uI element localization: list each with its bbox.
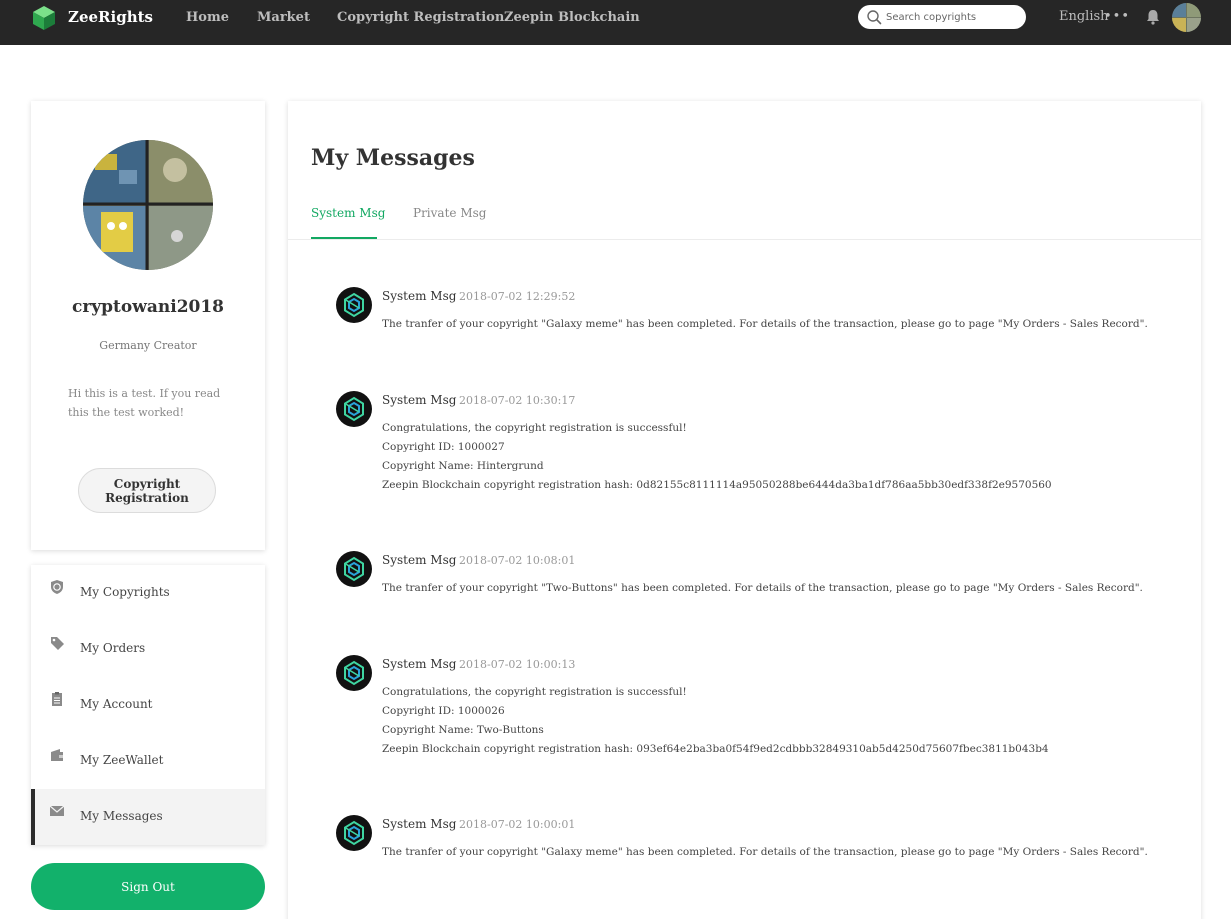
- message-line: Copyright ID: 1000027: [382, 441, 505, 453]
- search-icon[interactable]: [866, 9, 882, 25]
- search-input[interactable]: [886, 8, 1020, 26]
- menu-item-my-copyrights[interactable]: My Copyrights: [31, 565, 265, 621]
- menu-label: My Account: [80, 697, 153, 711]
- menu-item-my-zeewallet[interactable]: My ZeeWallet: [31, 733, 265, 789]
- clipboard-icon: [52, 692, 62, 706]
- top-navigation-bar: ZeeRights Home Market Copyright Registra…: [0, 0, 1231, 45]
- copyright-registration-button[interactable]: Copyright Registration: [78, 468, 216, 513]
- more-icon[interactable]: •••: [1104, 9, 1130, 24]
- message-body: The tranfer of your copyright "Two-Butto…: [382, 579, 1172, 598]
- message-line: Zeepin Blockchain copyright registration…: [382, 479, 1052, 491]
- profile-username: cryptowani2018: [71, 297, 225, 317]
- system-msg-avatar-icon: [336, 655, 372, 691]
- brand-name[interactable]: ZeeRights: [68, 8, 153, 26]
- message-line: Copyright Name: Hintergrund: [382, 460, 544, 472]
- nav-zeepin-blockchain[interactable]: Zeepin Blockchain: [504, 10, 640, 25]
- bell-icon[interactable]: [1144, 8, 1162, 26]
- message-sender: System Msg: [382, 289, 457, 303]
- nav-market[interactable]: Market: [257, 10, 310, 25]
- nav-copyright-registration[interactable]: Copyright Registration: [337, 10, 504, 25]
- message-line: Copyright ID: 1000026: [382, 705, 505, 717]
- message-body: Congratulations, the copyright registrat…: [382, 419, 1172, 495]
- message-sender: System Msg: [382, 393, 457, 407]
- page-title: My Messages: [311, 145, 475, 171]
- system-msg-avatar-icon: [336, 287, 372, 323]
- menu-item-my-account[interactable]: My Account: [31, 677, 265, 733]
- menu-item-my-messages[interactable]: My Messages: [31, 789, 265, 845]
- profile-location: Germany Creator: [99, 339, 197, 352]
- message-line: The tranfer of your copyright "Galaxy me…: [382, 846, 1148, 858]
- profile-card: cryptowani2018 Germany Creator Hi this i…: [31, 101, 265, 550]
- message-time: 2018-07-02 10:00:13: [459, 658, 576, 671]
- message-line: Congratulations, the copyright registrat…: [382, 422, 687, 434]
- menu-label: My Orders: [80, 641, 146, 655]
- message-time: 2018-07-02 10:30:17: [459, 394, 576, 407]
- message-line: The tranfer of your copyright "Two-Butto…: [382, 582, 1143, 594]
- message-sender: System Msg: [382, 817, 457, 831]
- tab-system-msg[interactable]: System Msg: [311, 206, 385, 220]
- profile-avatar: [83, 140, 213, 270]
- message-sender: System Msg: [382, 657, 457, 671]
- tab-private-msg[interactable]: Private Msg: [413, 206, 486, 220]
- system-msg-avatar-icon: [336, 391, 372, 427]
- user-avatar[interactable]: [1172, 3, 1201, 32]
- message-line: Copyright Name: Two-Buttons: [382, 724, 544, 736]
- message-line: The tranfer of your copyright "Galaxy me…: [382, 318, 1148, 330]
- search-box[interactable]: [858, 5, 1026, 29]
- copyright-icon: [51, 580, 63, 594]
- nav-home[interactable]: Home: [186, 10, 229, 25]
- message-line: Zeepin Blockchain copyright registration…: [382, 743, 1049, 755]
- message-body: The tranfer of your copyright "Galaxy me…: [382, 843, 1172, 862]
- system-msg-avatar-icon: [336, 551, 372, 587]
- message-body: Congratulations, the copyright registrat…: [382, 683, 1172, 759]
- menu-item-my-orders[interactable]: My Orders: [31, 621, 265, 677]
- message-sender: System Msg: [382, 553, 457, 567]
- message-time: 2018-07-02 10:08:01: [459, 554, 576, 567]
- messages-panel: My Messages System Msg Private Msg Syste…: [288, 101, 1201, 919]
- message-body: The tranfer of your copyright "Galaxy me…: [382, 315, 1172, 334]
- zeerights-logo-icon[interactable]: [32, 5, 56, 31]
- sign-out-button[interactable]: Sign Out: [31, 863, 265, 910]
- profile-bio: Hi this is a test. If you read this the …: [68, 387, 221, 419]
- system-msg-avatar-icon: [336, 815, 372, 851]
- tag-icon: [51, 637, 64, 650]
- language-selector[interactable]: English: [1059, 9, 1109, 24]
- wallet-icon: [51, 749, 63, 761]
- menu-label: My Copyrights: [80, 585, 170, 599]
- tabs-divider: [288, 239, 1201, 240]
- mail-icon: [49, 805, 65, 816]
- message-line: Congratulations, the copyright registrat…: [382, 686, 687, 698]
- account-menu: My Copyrights My Orders My Account My Ze…: [31, 565, 265, 845]
- menu-label: My Messages: [80, 809, 163, 823]
- menu-label: My ZeeWallet: [80, 753, 164, 767]
- message-time: 2018-07-02 10:00:01: [459, 818, 576, 831]
- message-time: 2018-07-02 12:29:52: [459, 290, 576, 303]
